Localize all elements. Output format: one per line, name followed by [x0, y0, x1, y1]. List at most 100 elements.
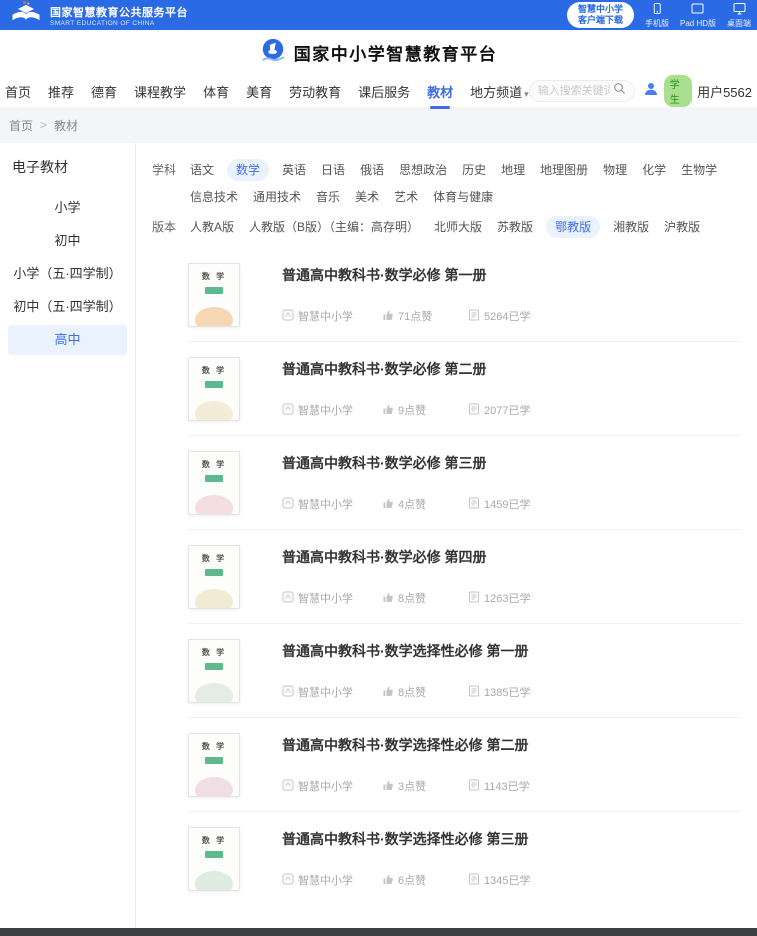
book-source: 智慧中小学 [282, 308, 382, 324]
app-icon [282, 591, 294, 606]
client-mobile-button[interactable]: 手机版 [645, 2, 669, 29]
sidebar-item-senior[interactable]: 高中 [8, 325, 127, 355]
nav-item-pe[interactable]: 体育 [203, 82, 229, 101]
client-pad-label: Pad HD版 [680, 18, 716, 29]
learned-icon [468, 873, 480, 888]
subject-pe-health[interactable]: 体育与健康 [431, 186, 495, 208]
book-cover: 数 学 [188, 733, 240, 797]
subject-math[interactable]: 数学 [227, 159, 269, 181]
subject-arts[interactable]: 艺术 [392, 186, 420, 208]
nav-item-after-school[interactable]: 课后服务 [358, 82, 410, 101]
app-icon [282, 403, 294, 418]
book-learned: 1143已学 [468, 778, 530, 794]
learned-icon [468, 591, 480, 606]
book-row[interactable]: 数 学 普通高中教科书·数学必修 第二册 智慧中小学 9点赞 [188, 342, 741, 436]
book-title[interactable]: 普通高中教科书·数学必修 第一册 [282, 265, 741, 285]
nav-item-local-channels[interactable]: 地方频道▾ [470, 82, 529, 101]
nav-item-recommend[interactable]: 推荐 [48, 82, 74, 101]
nav-item-labor-edu[interactable]: 劳动教育 [289, 82, 341, 101]
book-title[interactable]: 普通高中教科书·数学选择性必修 第一册 [282, 641, 741, 661]
book-cover-title: 数 学 [189, 835, 239, 846]
thumbs-up-icon [382, 591, 394, 606]
book-likes: 9点赞 [382, 402, 468, 418]
brand-title: 国家智慧教育公共服务平台 [50, 4, 188, 20]
breadcrumb: 首页 > 教材 [0, 107, 757, 143]
subject-chinese[interactable]: 语文 [188, 159, 216, 181]
breadcrumb-separator: > [40, 118, 47, 132]
book-source: 智慧中小学 [282, 684, 382, 700]
subject-filter-label: 学科 [152, 159, 188, 208]
client-desktop-button[interactable]: 桌面端 [727, 2, 751, 29]
version-bnu[interactable]: 北师大版 [432, 216, 484, 238]
subject-it[interactable]: 信息技术 [188, 186, 240, 208]
subject-music[interactable]: 音乐 [314, 186, 342, 208]
subject-filter-row: 学科 语文 数学 英语 日语 俄语 思想政治 历史 地理 地理图册 物理 化学 … [152, 159, 747, 208]
book-row[interactable]: 数 学 普通高中教科书·数学选择性必修 第一册 智慧中小学 8点赞 [188, 624, 741, 718]
book-row[interactable]: 数 学 普通高中教科书·数学必修 第一册 智慧中小学 71点赞 [188, 248, 741, 342]
version-sujiao[interactable]: 苏教版 [495, 216, 535, 238]
book-row[interactable]: 数 学 普通高中教科书·数学必修 第四册 智慧中小学 8点赞 [188, 530, 741, 624]
subject-biology[interactable]: 生物学 [679, 159, 719, 181]
platform-logo-icon [260, 37, 286, 68]
book-row[interactable]: 数 学 普通高中教科书·数学选择性必修 第二册 智慧中小学 3点赞 [188, 718, 741, 812]
thumbs-up-icon [382, 403, 394, 418]
client-download-button[interactable]: 智慧中小学 客户端下载 [567, 2, 634, 28]
book-title[interactable]: 普通高中教科书·数学必修 第四册 [282, 547, 741, 567]
book-title[interactable]: 普通高中教科书·数学选择性必修 第三册 [282, 829, 741, 849]
book-cover-title: 数 学 [189, 741, 239, 752]
version-pep-b[interactable]: 人教版（B版）（主编：高存明） [247, 216, 421, 238]
book-likes: 8点赞 [382, 684, 468, 700]
book-cover: 数 学 [188, 639, 240, 703]
nav-item-moral-edu[interactable]: 德育 [91, 82, 117, 101]
search-input[interactable] [538, 85, 610, 97]
nav-item-course-teaching[interactable]: 课程教学 [134, 82, 186, 101]
book-row[interactable]: 数 学 普通高中教科书·数学必修 第三册 智慧中小学 4点赞 [188, 436, 741, 530]
book-cover: 数 学 [188, 263, 240, 327]
role-badge: 学生 [664, 75, 692, 107]
version-xiangjiao[interactable]: 湘教版 [611, 216, 651, 238]
subject-japanese[interactable]: 日语 [319, 159, 347, 181]
subject-general-tech[interactable]: 通用技术 [251, 186, 303, 208]
subject-chemistry[interactable]: 化学 [640, 159, 668, 181]
book-title[interactable]: 普通高中教科书·数学必修 第三册 [282, 453, 741, 473]
sidebar-item-junior[interactable]: 初中 [8, 226, 127, 256]
subject-english[interactable]: 英语 [280, 159, 308, 181]
thumbs-up-icon [382, 497, 394, 512]
version-filter-label: 版本 [152, 216, 188, 238]
subject-physics[interactable]: 物理 [601, 159, 629, 181]
breadcrumb-home[interactable]: 首页 [9, 117, 33, 134]
user-avatar-icon [643, 81, 659, 102]
search-icon[interactable] [613, 82, 626, 100]
book-learned: 1345已学 [468, 872, 530, 888]
subject-politics[interactable]: 思想政治 [397, 159, 449, 181]
version-hujiao[interactable]: 沪教版 [662, 216, 702, 238]
page-title: 国家中小学智慧教育平台 [294, 40, 498, 65]
subject-geography[interactable]: 地理 [499, 159, 527, 181]
nav-item-aesthetic-edu[interactable]: 美育 [246, 82, 272, 101]
version-pep-a[interactable]: 人教A版 [188, 216, 236, 238]
subject-fine-arts[interactable]: 美术 [353, 186, 381, 208]
sidebar-item-primary[interactable]: 小学 [8, 193, 127, 223]
book-list: 数 学 普通高中教科书·数学必修 第一册 智慧中小学 71点赞 [188, 248, 741, 905]
user-menu[interactable]: 学生 用户5562 [643, 75, 752, 107]
sidebar-item-primary-54[interactable]: 小学（五·四学制） [8, 259, 127, 289]
search-box[interactable] [529, 80, 635, 102]
app-icon [282, 497, 294, 512]
book-source: 智慧中小学 [282, 402, 382, 418]
sidebar-item-junior-54[interactable]: 初中（五·四学制） [8, 292, 127, 322]
subject-geo-atlas[interactable]: 地理图册 [538, 159, 590, 181]
nav-item-home[interactable]: 首页 [5, 82, 31, 101]
username: 用户5562 [697, 82, 752, 101]
version-ejiao[interactable]: 鄂教版 [546, 216, 600, 238]
cover-art [195, 871, 233, 891]
cover-art [195, 401, 233, 421]
subject-russian[interactable]: 俄语 [358, 159, 386, 181]
book-row[interactable]: 数 学 普通高中教科书·数学选择性必修 第三册 智慧中小学 6点赞 [188, 812, 741, 905]
nav-item-textbooks[interactable]: 教材 [427, 82, 453, 101]
subject-history[interactable]: 历史 [460, 159, 488, 181]
book-title[interactable]: 普通高中教科书·数学选择性必修 第二册 [282, 735, 741, 755]
client-pad-button[interactable]: Pad HD版 [680, 2, 716, 29]
book-source: 智慧中小学 [282, 496, 382, 512]
client-desktop-label: 桌面端 [727, 18, 751, 29]
book-title[interactable]: 普通高中教科书·数学必修 第二册 [282, 359, 741, 379]
